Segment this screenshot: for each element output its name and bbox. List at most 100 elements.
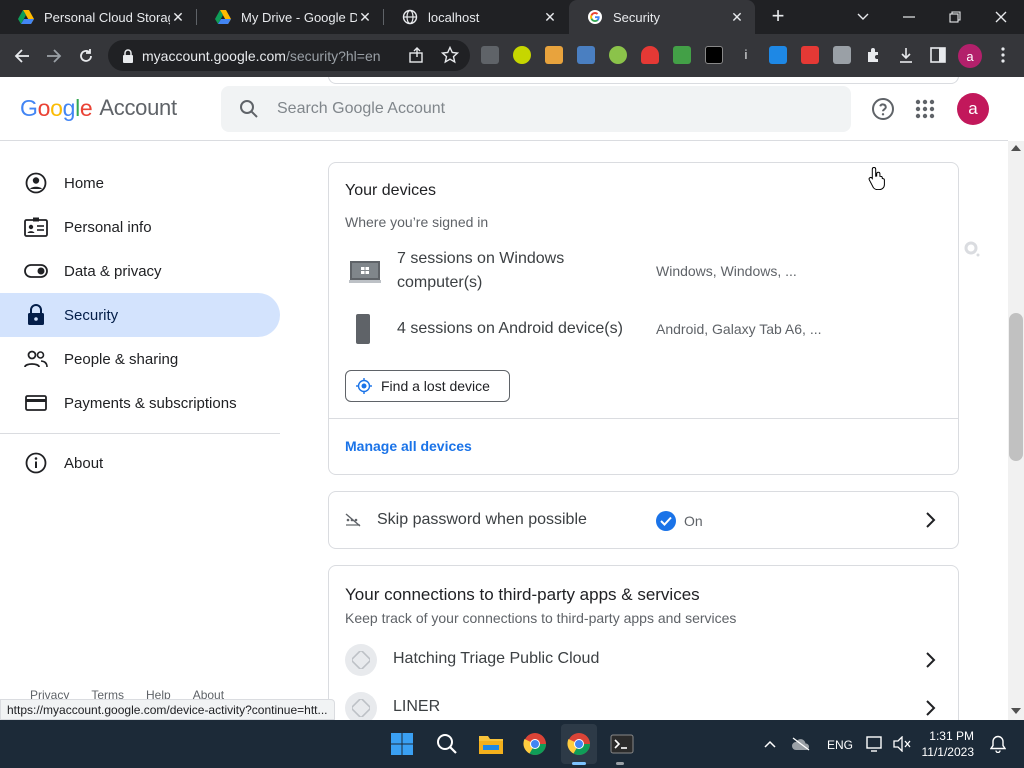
- account-header: Google Account a: [0, 77, 1008, 141]
- restore-icon[interactable]: [932, 0, 978, 34]
- close-tab-icon[interactable]: ✕: [542, 9, 558, 26]
- puzzle-extensions-icon[interactable]: [865, 46, 883, 64]
- google-drive-icon: [18, 10, 34, 24]
- download-icon[interactable]: [897, 46, 915, 64]
- close-tab-icon[interactable]: ✕: [729, 9, 745, 26]
- app-name: LINER: [393, 698, 441, 715]
- checkmark-icon: [656, 511, 676, 531]
- apps-grid-icon[interactable]: [913, 97, 937, 121]
- extension-icon[interactable]: [641, 46, 659, 64]
- help-icon[interactable]: [871, 97, 895, 121]
- windows-taskbar: ENG 1:31 PM 11/1/2023: [0, 720, 1024, 768]
- bookmark-star-icon[interactable]: [441, 46, 459, 64]
- taskbar-clock[interactable]: 1:31 PM 11/1/2023: [918, 728, 975, 760]
- search-bar[interactable]: [221, 86, 851, 132]
- your-devices-card: Your devices Where you’re signed in 7 se…: [328, 162, 959, 475]
- tab-personal-cloud-storage[interactable]: Personal Cloud Storag ✕: [0, 0, 196, 34]
- terminal-icon[interactable]: [608, 730, 636, 758]
- device-row-android[interactable]: 4 sessions on Android device(s) Android,…: [329, 305, 958, 353]
- google-wordmark: Google: [20, 95, 93, 121]
- extension-icon[interactable]: [545, 46, 563, 64]
- reload-icon[interactable]: [72, 42, 100, 70]
- search-icon: [240, 100, 258, 118]
- home-icon: [24, 171, 48, 195]
- tab-title: Personal Cloud Storag: [44, 9, 170, 25]
- kebab-menu-icon[interactable]: [994, 46, 1012, 64]
- forward-arrow-icon[interactable]: [40, 42, 68, 70]
- info-icon: [24, 451, 48, 475]
- tab-localhost[interactable]: localhost ✕: [384, 0, 568, 34]
- page-scrollbar-thumb[interactable]: [1009, 313, 1023, 461]
- extension-icon[interactable]: [481, 46, 499, 64]
- tab-title: localhost: [428, 9, 480, 25]
- taskbar-search-icon[interactable]: [433, 730, 461, 758]
- share-icon[interactable]: [408, 46, 426, 64]
- manage-all-devices-link[interactable]: Manage all devices: [345, 438, 472, 454]
- sidebar-item-label: Security: [64, 306, 119, 324]
- chevron-right-icon: [926, 652, 936, 668]
- account-wordmark: Account: [99, 95, 177, 120]
- find-lost-device-button[interactable]: Find a lost device: [345, 370, 510, 402]
- skip-password-status: On: [656, 511, 703, 531]
- tray-chevron-up-icon[interactable]: [756, 730, 784, 758]
- extension-icon[interactable]: [833, 46, 851, 64]
- chrome-icon[interactable]: [521, 730, 549, 758]
- connected-app-row[interactable]: LINER: [329, 684, 958, 720]
- connected-app-row[interactable]: Hatching Triage Public Cloud: [329, 636, 958, 684]
- card-title: Your devices: [345, 182, 437, 199]
- volume-muted-icon[interactable]: [888, 730, 916, 758]
- sidebar-item-label: About: [64, 454, 104, 472]
- extension-icon[interactable]: [577, 46, 595, 64]
- notification-bell-icon[interactable]: [984, 730, 1012, 758]
- extension-icon[interactable]: [513, 46, 531, 64]
- scroll-down-arrow-icon[interactable]: [1010, 707, 1022, 715]
- skip-password-label: Skip password when possible: [377, 511, 587, 528]
- close-tab-icon[interactable]: ✕: [170, 9, 186, 26]
- sidebar-item-payments[interactable]: Payments & subscriptions: [0, 381, 280, 425]
- link-status-bubble: https://myaccount.google.com/device-acti…: [0, 699, 335, 720]
- tab-search-chevron-icon[interactable]: [840, 0, 886, 34]
- tab-security[interactable]: Security ✕: [569, 0, 755, 34]
- extension-icon[interactable]: [769, 46, 787, 64]
- sidebar-nav: Home Personal info Data & privacy Securi…: [0, 141, 282, 720]
- google-account-logo[interactable]: Google Account: [20, 95, 177, 122]
- skip-password-card[interactable]: Skip password when possible On: [328, 491, 959, 549]
- sidebar-item-data-privacy[interactable]: Data & privacy: [0, 249, 280, 293]
- onedrive-offline-icon[interactable]: [787, 730, 815, 758]
- minimize-icon[interactable]: [886, 0, 932, 34]
- profile-avatar[interactable]: a: [958, 44, 982, 68]
- info-extension-icon[interactable]: i: [737, 46, 755, 64]
- account-avatar[interactable]: a: [957, 93, 989, 125]
- back-arrow-icon[interactable]: [8, 42, 36, 70]
- chevron-right-icon: [926, 512, 936, 528]
- status-text: On: [684, 513, 703, 529]
- url-path: /security?hl=en: [285, 47, 381, 64]
- clock-date: 11/1/2023: [921, 745, 975, 759]
- sidebar-item-security[interactable]: Security: [0, 293, 280, 337]
- language-indicator[interactable]: ENG: [827, 738, 853, 752]
- chevron-right-icon: [926, 700, 936, 716]
- extension-icon[interactable]: [801, 46, 819, 64]
- extension-icon[interactable]: [609, 46, 627, 64]
- close-tab-icon[interactable]: ✕: [357, 9, 373, 26]
- extension-icon[interactable]: [705, 46, 723, 64]
- side-panel-icon[interactable]: [929, 46, 947, 64]
- sidebar-item-home[interactable]: Home: [0, 161, 280, 205]
- sidebar-item-people-sharing[interactable]: People & sharing: [0, 337, 280, 381]
- device-row-windows[interactable]: 7 sessions on Windows computer(s) Window…: [329, 245, 958, 301]
- new-tab-plus-icon[interactable]: +: [766, 5, 790, 29]
- extension-icon[interactable]: [673, 46, 691, 64]
- active-app-indicator: [572, 762, 586, 765]
- sidebar-item-personal-info[interactable]: Personal info: [0, 205, 280, 249]
- network-icon[interactable]: [862, 730, 890, 758]
- file-explorer-icon[interactable]: [477, 730, 505, 758]
- button-label: Find a lost device: [381, 378, 490, 394]
- search-input[interactable]: [277, 100, 797, 118]
- tab-my-drive[interactable]: My Drive - Google Dri ✕: [197, 0, 383, 34]
- sidebar-item-label: Payments & subscriptions: [64, 394, 237, 412]
- close-window-icon[interactable]: [978, 0, 1024, 34]
- sidebar-item-about[interactable]: About: [0, 441, 280, 485]
- chrome-active-icon[interactable]: [565, 730, 593, 758]
- windows-start-icon[interactable]: [388, 730, 416, 758]
- scroll-up-arrow-icon[interactable]: [1010, 144, 1022, 152]
